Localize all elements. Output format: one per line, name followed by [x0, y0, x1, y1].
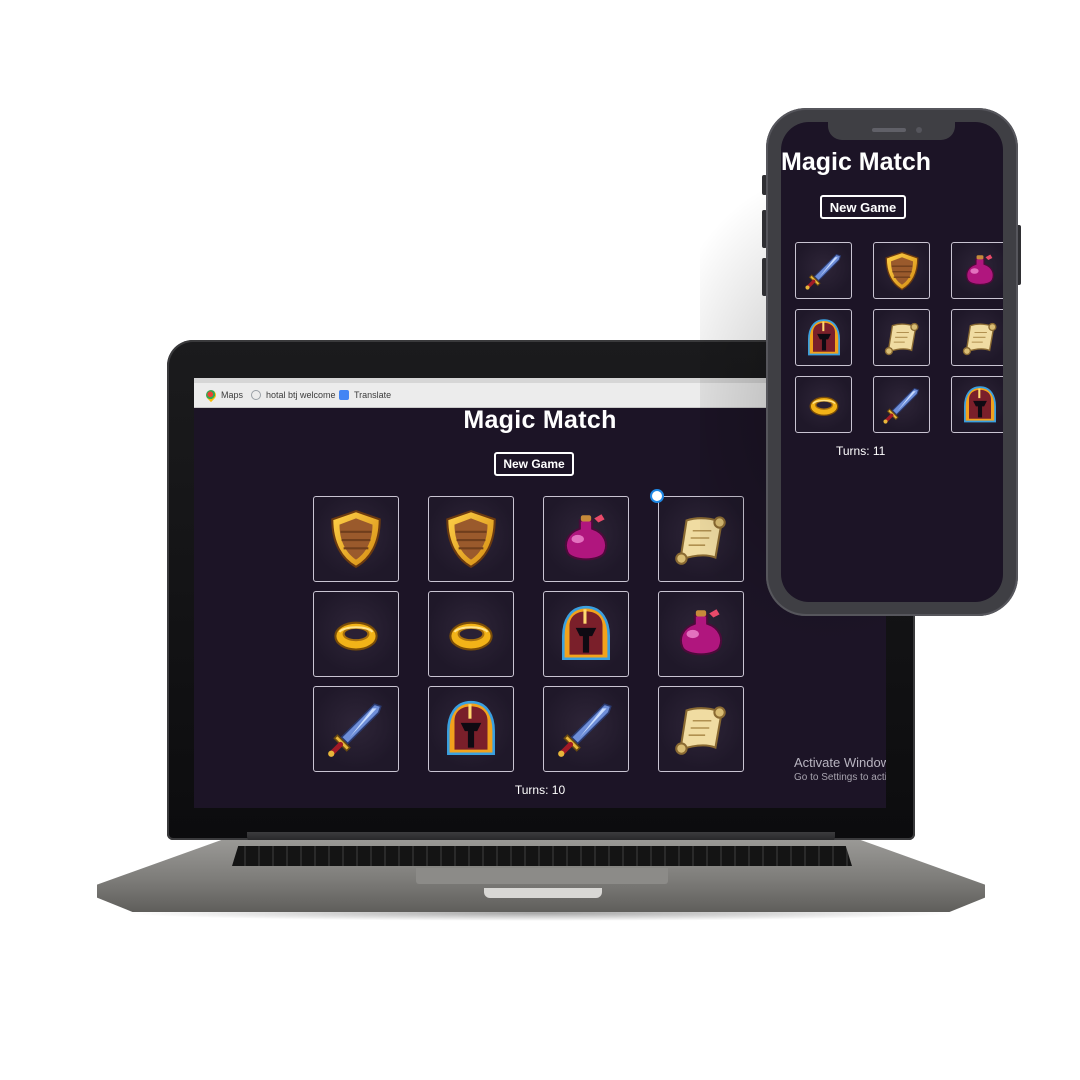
laptop-lip: [484, 888, 602, 898]
phone-screen: Magic Match New Game Turns: 11: [781, 122, 1003, 602]
scroll-icon: [958, 316, 1002, 360]
laptop-trackpad: [416, 868, 668, 884]
watermark-subtitle: Go to Settings to activate Windows.: [794, 772, 886, 783]
card-scroll[interactable]: [658, 686, 744, 772]
bookmark-label: Translate: [354, 390, 392, 400]
card-ring[interactable]: [795, 376, 852, 433]
shield-icon: [438, 506, 504, 572]
laptop-keyboard: [232, 846, 852, 866]
page-title: Magic Match: [781, 148, 932, 176]
phone-speaker: [872, 128, 906, 132]
card-sword[interactable]: [795, 242, 852, 299]
card-sword[interactable]: [873, 376, 930, 433]
turns-counter: Turns: 10: [514, 783, 566, 797]
helmet-icon: [553, 601, 619, 667]
sword-icon: [323, 696, 389, 762]
sword-icon: [553, 696, 619, 762]
card-helmet[interactable]: [543, 591, 629, 677]
scroll-icon: [668, 696, 734, 762]
card-shield[interactable]: [428, 496, 514, 582]
card-grid: [313, 496, 744, 772]
card-potion[interactable]: [543, 496, 629, 582]
card-potion[interactable]: [951, 242, 1003, 299]
cursor-icon: [650, 489, 664, 503]
ring-icon: [438, 601, 504, 667]
helmet-icon: [438, 696, 504, 762]
shield-icon: [323, 506, 389, 572]
helmet-icon: [958, 383, 1002, 427]
phone-notch: [828, 122, 955, 140]
sword-icon: [880, 383, 924, 427]
mockup-stage: Maps hotal btj welcome Translate Magic M…: [0, 0, 1080, 1080]
new-game-button[interactable]: New Game: [494, 452, 574, 476]
card-sword[interactable]: [313, 686, 399, 772]
bookmark-hotal[interactable]: hotal btj welcome: [251, 390, 336, 400]
translate-icon: [339, 390, 349, 400]
potion-icon: [553, 506, 619, 572]
shield-icon: [880, 249, 924, 293]
ring-icon: [802, 383, 846, 427]
bookmark-label: hotal btj welcome: [266, 390, 336, 400]
card-helmet[interactable]: [795, 309, 852, 366]
ring-icon: [323, 601, 389, 667]
card-scroll[interactable]: [951, 309, 1003, 366]
card-helmet[interactable]: [428, 686, 514, 772]
helmet-icon: [802, 316, 846, 360]
phone-camera: [916, 127, 922, 133]
new-game-button[interactable]: New Game: [820, 195, 906, 219]
bookmark-label: Maps: [221, 390, 244, 400]
card-ring[interactable]: [428, 591, 514, 677]
maps-icon: [203, 387, 219, 403]
card-shield[interactable]: [313, 496, 399, 582]
card-helmet[interactable]: [951, 376, 1003, 433]
card-sword[interactable]: [543, 686, 629, 772]
scroll-icon: [880, 316, 924, 360]
card-shield[interactable]: [873, 242, 930, 299]
activate-windows-watermark: Activate Windows Go to Settings to activ…: [794, 755, 886, 783]
card-ring[interactable]: [313, 591, 399, 677]
sword-icon: [802, 249, 846, 293]
web-icon: [251, 390, 261, 400]
bookmark-translate[interactable]: Translate: [339, 390, 391, 400]
card-scroll[interactable]: [873, 309, 930, 366]
turns-counter: Turns: 11: [836, 444, 886, 458]
watermark-title: Activate Windows: [794, 755, 886, 770]
bookmark-maps[interactable]: Maps: [203, 387, 244, 403]
potion-icon: [958, 249, 1002, 293]
